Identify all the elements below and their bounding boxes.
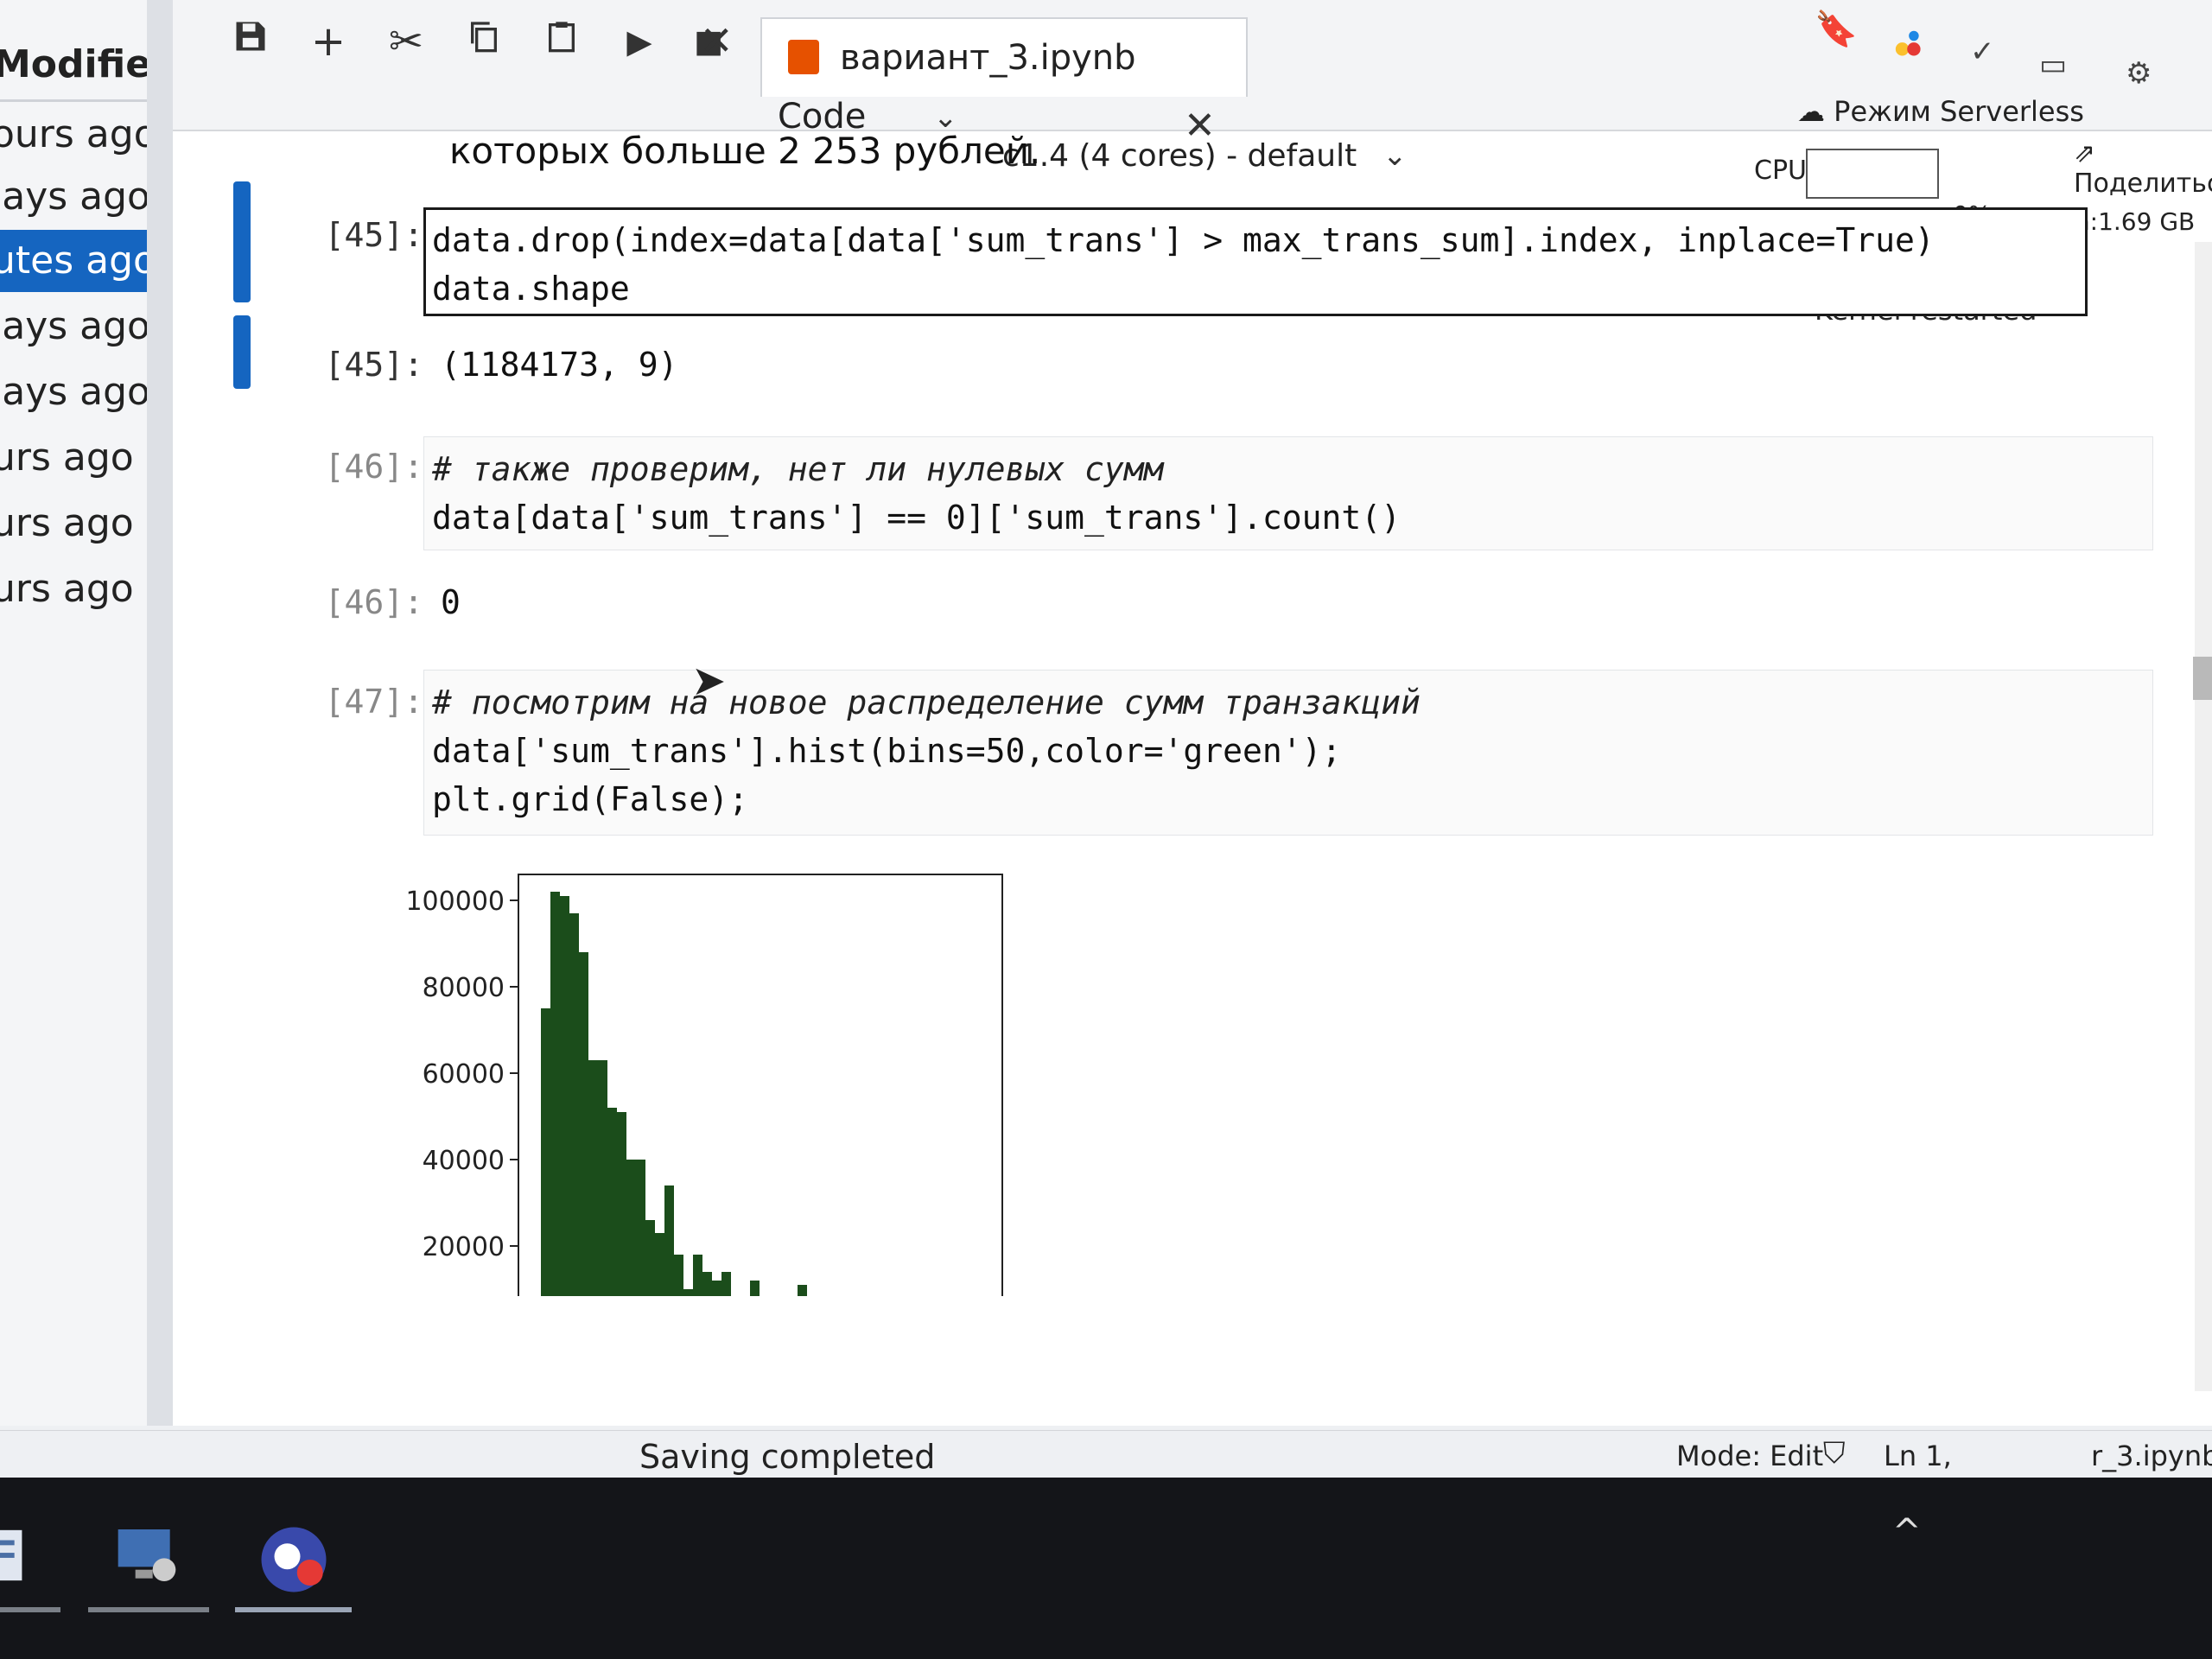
histogram-bar bbox=[607, 1108, 617, 1296]
code-line: plt.grid(False); bbox=[432, 780, 749, 818]
y-tick-label: 40000 bbox=[423, 1146, 505, 1176]
serverless-label: Режим Serverless bbox=[1834, 95, 2084, 128]
output-prompt: [46]: bbox=[324, 583, 423, 621]
taskbar: ^ bbox=[0, 1478, 2212, 1659]
status-filename: r_3.ipynb bbox=[2091, 1440, 2212, 1472]
taskbar-app-game-icon[interactable] bbox=[255, 1521, 350, 1607]
histogram-bar bbox=[750, 1281, 760, 1296]
notebook-area: которых больше 2 253 рублей. [45]: data.… bbox=[173, 130, 2160, 1426]
taskbar-app-remote-desktop-icon[interactable] bbox=[112, 1521, 207, 1607]
active-cell-indicator[interactable] bbox=[233, 181, 251, 302]
code-line-2: data.shape bbox=[432, 270, 630, 308]
code-block: # также проверим, нет ли нулевых сумм dat… bbox=[432, 445, 1401, 542]
status-message: Saving completed bbox=[639, 1438, 936, 1476]
histogram-bar bbox=[617, 1112, 626, 1296]
taskbar-active-indicator bbox=[88, 1607, 209, 1612]
input-prompt: [47]: bbox=[324, 683, 423, 721]
y-tick-label: 20000 bbox=[423, 1232, 505, 1262]
cursor-position: Ln 1, bbox=[1884, 1440, 1952, 1472]
plus-icon[interactable]: + bbox=[302, 17, 354, 66]
sidebar-splitter[interactable] bbox=[147, 0, 173, 1426]
cell-output: (1184173, 9) bbox=[441, 346, 678, 384]
histogram-bar bbox=[579, 952, 588, 1296]
serverless-mode-button[interactable]: ☁ Режим Serverless bbox=[1797, 95, 2084, 128]
paste-icon[interactable] bbox=[536, 17, 588, 66]
mouse-cursor: ➤ bbox=[691, 657, 727, 705]
histogram-bar bbox=[636, 1160, 645, 1296]
edit-mode-indicator: Mode: Edit bbox=[1676, 1440, 1824, 1472]
code-line: data.drop(index=data[data['sum_trans'] >… bbox=[432, 216, 1935, 313]
output-collapse-indicator[interactable] bbox=[233, 315, 251, 389]
copy-icon[interactable] bbox=[458, 17, 510, 66]
notebook-file-icon bbox=[788, 40, 819, 74]
play-icon[interactable]: ▶ bbox=[613, 22, 665, 60]
code-comment: # также проверим, нет ли нулевых сумм bbox=[432, 450, 1164, 488]
markdown-text: которых больше 2 253 рублей. bbox=[449, 130, 1041, 172]
histogram-bar bbox=[550, 892, 560, 1296]
histogram-bar bbox=[721, 1272, 731, 1296]
chevron-up-icon[interactable]: ^ bbox=[1892, 1512, 1922, 1552]
y-tick-label: 100000 bbox=[405, 887, 505, 917]
histogram-bar bbox=[626, 1160, 636, 1296]
output-prompt: [45]: bbox=[324, 346, 423, 384]
code-line: data[data['sum_trans'] == 0]['sum_trans'… bbox=[432, 499, 1402, 537]
histogram-bar bbox=[541, 1008, 550, 1296]
scissors-icon[interactable]: ✂ bbox=[380, 17, 432, 66]
histogram-bar bbox=[693, 1255, 702, 1296]
bookmark-icon[interactable]: 🔖 bbox=[1815, 9, 1858, 49]
status-bar: Saving completed Mode: Edit ⛉ Ln 1, r_3.… bbox=[0, 1430, 2212, 1478]
taskbar-active-indicator bbox=[235, 1607, 352, 1612]
histogram-bar bbox=[702, 1272, 712, 1296]
tab-notebook[interactable]: вариант_3.ipynb bbox=[760, 17, 1248, 97]
y-tick-label: 80000 bbox=[423, 973, 505, 1003]
histogram-bar bbox=[588, 1060, 598, 1296]
settings-icon[interactable]: ⚙ bbox=[2126, 56, 2152, 91]
histogram-bar bbox=[798, 1285, 807, 1296]
histogram-bar bbox=[560, 896, 569, 1296]
histogram-bar bbox=[674, 1255, 683, 1296]
code-line: data['sum_trans'].hist(bins=50,color='gr… bbox=[432, 732, 1342, 770]
code-comment: # посмотрим на новое распределение сумм … bbox=[432, 683, 1421, 721]
histogram-bar bbox=[664, 1185, 674, 1296]
screen: Modified ours ago lays ago utes ago lays… bbox=[0, 0, 2212, 1478]
input-prompt: [45]: bbox=[324, 216, 423, 254]
taskbar-app-document-icon[interactable] bbox=[0, 1521, 69, 1607]
histogram-bar bbox=[712, 1281, 721, 1296]
cell-output: 0 bbox=[441, 583, 461, 621]
code-block: # посмотрим на новое распределение сумм … bbox=[432, 678, 1421, 823]
save-icon[interactable] bbox=[225, 17, 276, 66]
battery-icon: ▭ bbox=[2039, 48, 2068, 82]
histogram-bar bbox=[655, 1233, 664, 1296]
tab-title: вариант_3.ipynb bbox=[840, 38, 1136, 78]
histogram-bar bbox=[683, 1289, 693, 1296]
code-line-1: data.drop(index=data[data['sum_trans'] >… bbox=[432, 221, 1935, 259]
histogram-chart: 20000 40000 60000 80000 100000 bbox=[405, 874, 1003, 1296]
check-icon: ✓ bbox=[1970, 35, 1995, 69]
taskbar-active-indicator bbox=[0, 1607, 60, 1612]
histogram-bar bbox=[569, 913, 579, 1296]
colab-dots-icon bbox=[1892, 26, 1932, 74]
close-icon[interactable]: ✕ bbox=[700, 17, 734, 64]
scrollbar[interactable] bbox=[2195, 242, 2212, 1391]
histogram-bar bbox=[645, 1220, 655, 1296]
scrollbar-thumb[interactable] bbox=[2193, 657, 2212, 700]
input-prompt: [46]: bbox=[324, 448, 423, 486]
y-tick-label: 60000 bbox=[423, 1059, 505, 1090]
shield-icon: ⛉ bbox=[1823, 1436, 1846, 1471]
histogram-bar bbox=[598, 1060, 607, 1296]
main-panel: + ✂ ▶ ■ ✕ вариант_3.ipynb Code ⌄ ✕ c1.4 … bbox=[173, 0, 2212, 1426]
